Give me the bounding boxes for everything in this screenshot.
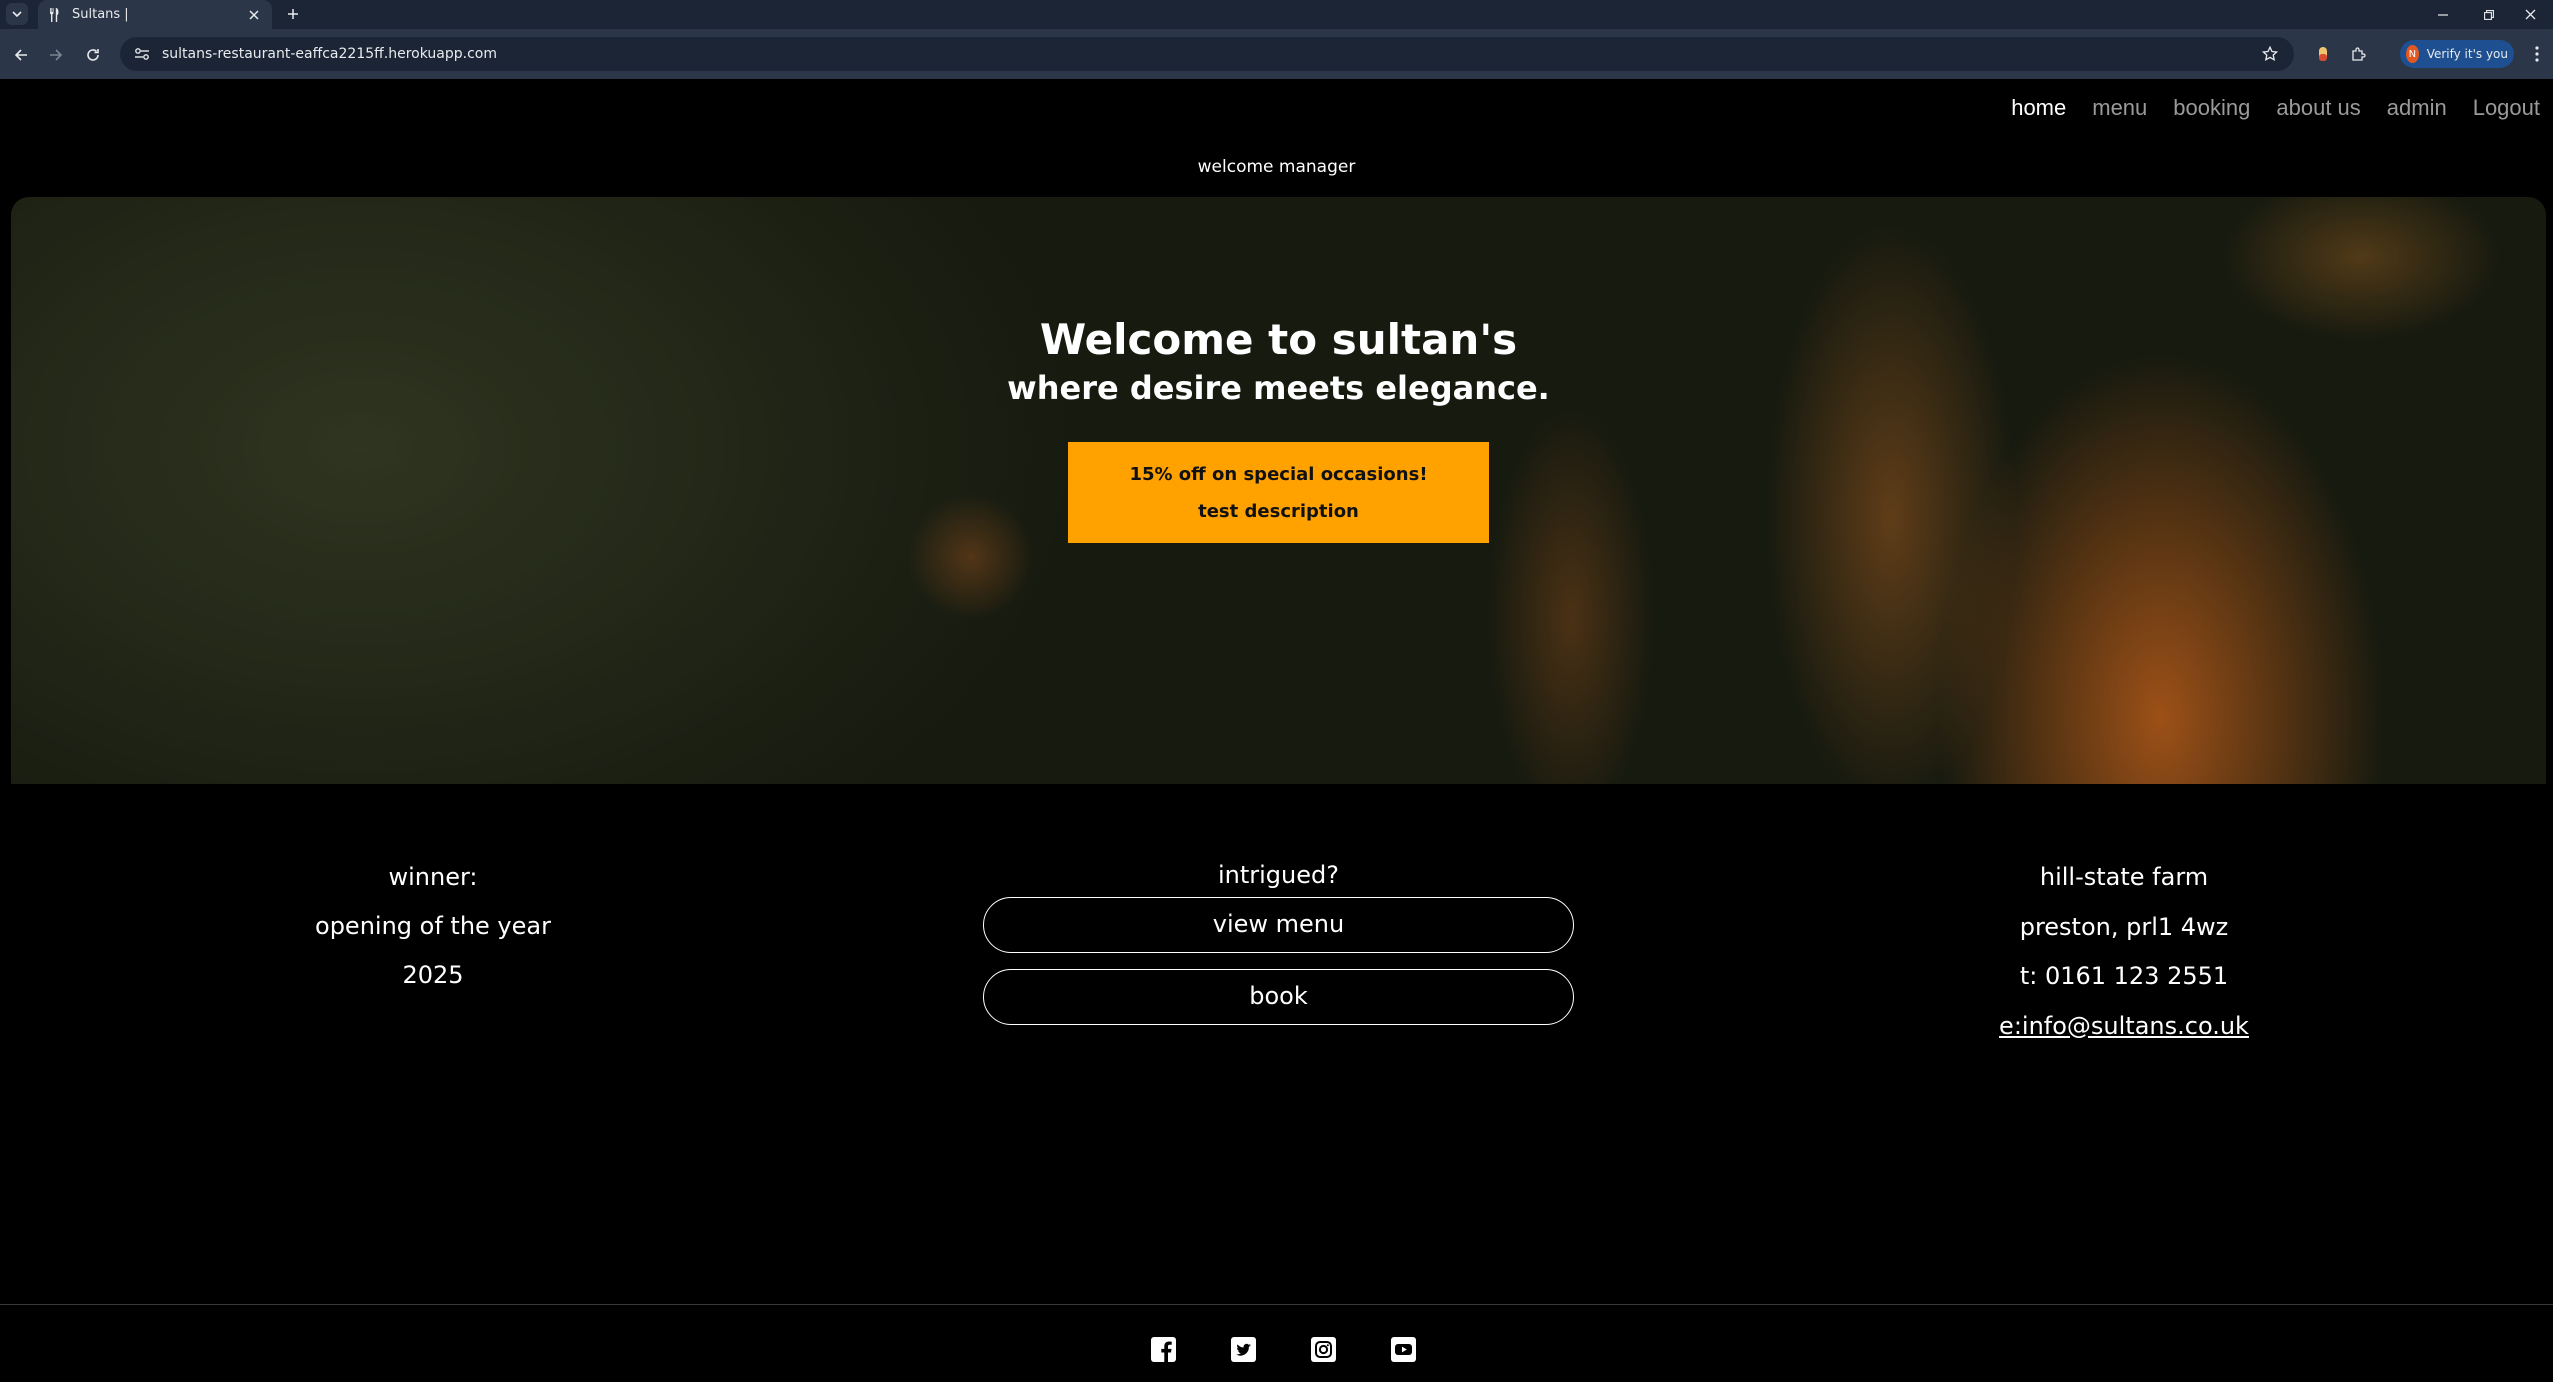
browser-toolbar: sultans-restaurant-eaffca2215ff.herokuap… xyxy=(0,29,2553,79)
reload-icon[interactable] xyxy=(79,41,107,69)
twitter-icon[interactable] xyxy=(1231,1337,1256,1362)
contact-info: hill-state farm preston, prl1 4wz t: 016… xyxy=(1974,853,2274,1051)
nav-home[interactable]: home xyxy=(1998,95,2079,121)
phone-number: t: 0161 123 2551 xyxy=(2019,962,2229,990)
view-menu-button[interactable]: view menu xyxy=(983,897,1574,953)
browser-tab[interactable]: Sultans | xyxy=(38,0,272,29)
facebook-icon[interactable] xyxy=(1151,1337,1176,1362)
page-content: home menu booking about us admin Logout … xyxy=(0,79,2553,1382)
extension-icon[interactable] xyxy=(2311,42,2335,66)
tab-search-button[interactable] xyxy=(6,3,28,25)
avatar: N xyxy=(2406,45,2419,63)
address-bar[interactable]: sultans-restaurant-eaffca2215ff.herokuap… xyxy=(120,37,2294,71)
site-settings-icon[interactable] xyxy=(134,46,150,62)
youtube-icon[interactable] xyxy=(1391,1337,1416,1362)
browser-tab-strip: Sultans | xyxy=(0,0,2553,29)
offer-headline: 15% off on special occasions! xyxy=(1129,463,1428,485)
nav-about-us[interactable]: about us xyxy=(2263,95,2373,121)
nav-logout[interactable]: Logout xyxy=(2460,95,2553,121)
award-line-1: winner: xyxy=(388,863,478,891)
address-line-2: preston, prl1 4wz xyxy=(2019,912,2229,941)
forward-arrow-icon[interactable] xyxy=(42,41,70,69)
instagram-icon[interactable] xyxy=(1311,1337,1336,1362)
book-button[interactable]: book xyxy=(983,969,1574,1025)
offer-description: test description xyxy=(1198,500,1359,522)
social-links xyxy=(1151,1337,1416,1362)
new-tab-plus-icon[interactable] xyxy=(282,3,304,25)
verify-label: Verify it's you xyxy=(2426,47,2508,61)
close-tab-icon[interactable] xyxy=(246,7,262,23)
award-line-2: opening of the year xyxy=(315,912,551,940)
chevron-down-icon xyxy=(12,11,22,17)
tab-title: Sultans | xyxy=(72,7,129,22)
hero-banner: Welcome to sultan's where desire meets e… xyxy=(11,197,2546,784)
minimize-icon[interactable] xyxy=(2420,0,2466,29)
cta-heading: intrigued? xyxy=(1217,861,1339,889)
nav-booking[interactable]: booking xyxy=(2160,95,2263,121)
bookmark-star-icon[interactable] xyxy=(2260,44,2280,64)
hero-title: Welcome to sultan's xyxy=(1039,315,1518,364)
puzzle-icon[interactable] xyxy=(2347,42,2371,66)
back-arrow-icon[interactable] xyxy=(7,41,35,69)
welcome-user-text: welcome manager xyxy=(1197,157,1356,177)
main-nav: home menu booking about us admin Logout xyxy=(1998,95,2553,121)
award-info: winner: opening of the year 2025 xyxy=(283,853,583,1000)
email-link[interactable]: e:info@sultans.co.uk xyxy=(1999,1012,2249,1040)
window-close-icon[interactable] xyxy=(2507,0,2553,29)
hero-subtitle: where desire meets elegance. xyxy=(1007,369,1550,407)
address-line-1: hill-state farm xyxy=(2039,863,2209,891)
footer-divider xyxy=(0,1304,2553,1305)
nav-menu[interactable]: menu xyxy=(2079,95,2160,121)
cta-section: intrigued? view menu book xyxy=(983,853,1574,1041)
more-menu-icon[interactable] xyxy=(2528,42,2546,66)
url-text[interactable]: sultans-restaurant-eaffca2215ff.herokuap… xyxy=(162,46,2260,62)
nav-admin[interactable]: admin xyxy=(2374,95,2460,121)
verify-identity-button[interactable]: N Verify it's you xyxy=(2400,40,2514,68)
restore-icon[interactable] xyxy=(2466,0,2512,29)
fork-knife-icon xyxy=(48,7,62,23)
award-line-3: 2025 xyxy=(402,961,464,989)
offer-box: 15% off on special occasions! test descr… xyxy=(1068,442,1489,543)
